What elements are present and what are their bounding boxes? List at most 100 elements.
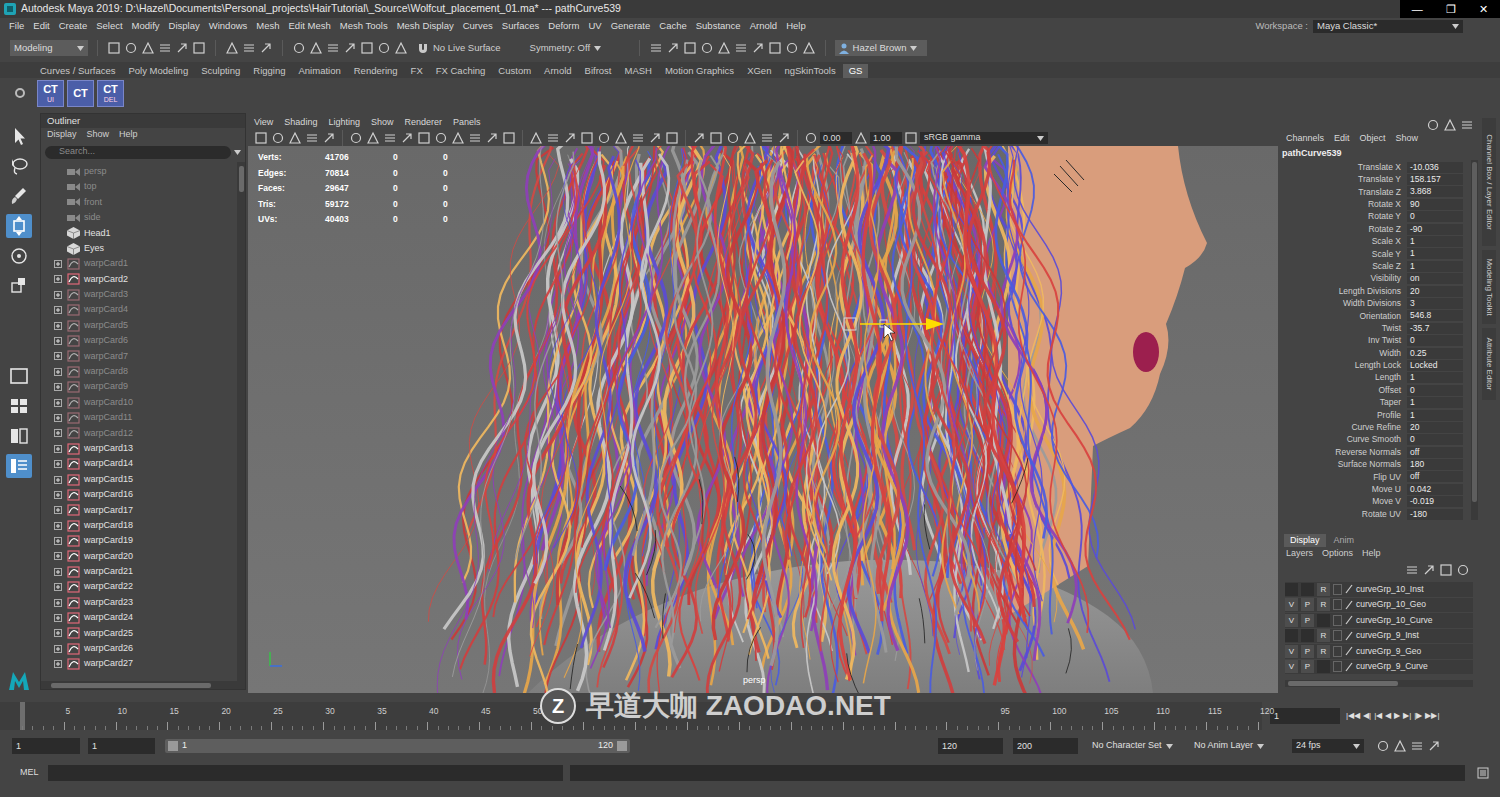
shelf-tab[interactable]: Rendering <box>348 64 404 78</box>
attribute-value[interactable]: 3.868 <box>1407 186 1463 197</box>
attribute-value[interactable]: -180 <box>1407 509 1463 520</box>
outliner-item[interactable]: warpCard26 <box>41 641 237 656</box>
outliner-item[interactable]: Eyes <box>41 241 237 256</box>
viewport-menu-item[interactable]: Shading <box>284 116 317 130</box>
outliner-hscrollbar[interactable] <box>41 681 245 689</box>
playback-button[interactable]: ▶| <box>1403 710 1411 722</box>
attribute-row[interactable]: Rotate Z-90 <box>1280 223 1471 235</box>
tool-button[interactable] <box>777 131 791 145</box>
tool-button[interactable] <box>529 131 543 145</box>
shelf-tab[interactable]: Poly Modeling <box>123 64 195 78</box>
expander[interactable] <box>53 628 63 638</box>
attribute-row[interactable]: Length Divisions20 <box>1280 285 1471 297</box>
attribute-row[interactable]: Rotate UV-180 <box>1280 508 1471 520</box>
layer-color-swatch[interactable] <box>1333 599 1342 610</box>
attribute-value[interactable]: 1 <box>1407 397 1463 408</box>
tool-button[interactable] <box>563 131 577 145</box>
tool-button[interactable] <box>1456 563 1470 577</box>
attribute-row[interactable]: Translate X-10.036 <box>1280 161 1471 173</box>
layer-row[interactable]: VPRcurveGrp_10_Geo <box>1285 598 1473 613</box>
shelf-tab[interactable]: ngSkinTools <box>778 64 841 78</box>
tool-button[interactable] <box>546 131 560 145</box>
outliner-item[interactable]: warpCard8 <box>41 364 237 379</box>
menu-item[interactable]: Deform <box>548 19 579 33</box>
expander[interactable] <box>53 274 63 284</box>
expander[interactable] <box>53 582 63 592</box>
attribute-row[interactable]: Reverse Normalsoff <box>1280 446 1471 458</box>
outliner-menu-item[interactable]: Display <box>47 128 77 142</box>
expander[interactable] <box>53 351 63 361</box>
attribute-row[interactable]: Length LockLocked <box>1280 359 1471 371</box>
tool-button[interactable] <box>1426 118 1440 132</box>
menu-item[interactable]: Display <box>169 19 200 33</box>
attribute-value[interactable]: 1 <box>1407 261 1463 272</box>
scroll-thumb[interactable] <box>1288 681 1398 686</box>
tool-button[interactable] <box>434 131 448 145</box>
fps-dropdown[interactable]: 24 fps <box>1292 739 1364 753</box>
attribute-value[interactable]: on <box>1407 273 1463 284</box>
playback-button[interactable]: ▶ <box>1394 710 1400 722</box>
outliner-menu-item[interactable]: Help <box>119 128 138 142</box>
shelf-tab[interactable]: Curves / Surfaces <box>34 64 122 78</box>
attribute-value[interactable]: 20 <box>1407 422 1463 433</box>
tool-button[interactable] <box>700 41 714 55</box>
expander[interactable] <box>53 336 63 346</box>
gamma-field[interactable]: 1.00 <box>870 132 902 144</box>
range-end-handle[interactable]: 120 <box>598 739 627 753</box>
workspace-dropdown[interactable]: Maya Classic* <box>1313 20 1463 33</box>
layer-color-swatch[interactable] <box>1333 646 1342 657</box>
two-tool[interactable] <box>6 424 32 448</box>
expander[interactable] <box>53 459 63 469</box>
playback-button[interactable]: |◀◀ <box>1346 710 1360 722</box>
menu-item[interactable]: Mesh <box>256 19 279 33</box>
expander[interactable] <box>53 644 63 654</box>
layer-playback-toggle[interactable]: P <box>1301 645 1314 658</box>
layer-editor-hscrollbar[interactable] <box>1285 680 1473 687</box>
anim-layer-dropdown[interactable]: No Anim Layer <box>1194 739 1286 753</box>
four-tool[interactable] <box>6 394 32 418</box>
tool-button[interactable] <box>377 41 391 55</box>
attribute-row[interactable]: Offset0 <box>1280 384 1471 396</box>
shelf-tab[interactable]: GS <box>843 64 869 78</box>
attribute-row[interactable]: Width0.25 <box>1280 347 1471 359</box>
playback-end-field[interactable]: 120 <box>938 738 1003 754</box>
select-tool[interactable] <box>6 124 32 148</box>
attribute-row[interactable]: Surface Normals180 <box>1280 458 1471 470</box>
tool-button[interactable] <box>485 131 499 145</box>
attribute-row[interactable]: Width Divisions3 <box>1280 297 1471 309</box>
channel-box-menu-item[interactable]: Channels <box>1286 132 1324 146</box>
tool-button[interactable] <box>305 131 319 145</box>
outliner-item[interactable]: warpCard24 <box>41 610 237 625</box>
attribute-row[interactable]: Profile1 <box>1280 409 1471 421</box>
window-control[interactable]: ✕ <box>1473 1 1494 18</box>
expander[interactable] <box>53 382 63 392</box>
layer-visible-toggle[interactable]: V <box>1285 614 1298 627</box>
outliner-item[interactable]: warpCard3 <box>41 287 237 302</box>
outliner-item[interactable]: persp <box>41 164 237 179</box>
expander[interactable] <box>53 444 63 454</box>
shelf-tab[interactable]: FX <box>405 64 429 78</box>
expander[interactable] <box>53 536 63 546</box>
outliner-item[interactable]: warpCard2 <box>41 272 237 287</box>
expander[interactable] <box>53 613 63 623</box>
expander[interactable] <box>53 213 63 223</box>
viewport-menu-item[interactable]: Show <box>371 116 394 130</box>
shelf-tab[interactable]: Sculpting <box>195 64 246 78</box>
attribute-value[interactable]: -0.019 <box>1407 496 1463 507</box>
layer-reference-toggle[interactable]: R <box>1317 645 1330 658</box>
attribute-value[interactable]: 1 <box>1407 236 1463 247</box>
outliner-menu-item[interactable]: Show <box>87 128 110 142</box>
expander[interactable] <box>53 551 63 561</box>
attribute-value[interactable]: 1 <box>1407 410 1463 421</box>
side-tab[interactable]: Attribute Editor <box>1482 328 1496 400</box>
outliner-item[interactable]: warpCard22 <box>41 580 237 595</box>
rotate-tool[interactable] <box>6 244 32 268</box>
channel-box-menu-item[interactable]: Show <box>1396 132 1419 146</box>
menu-item[interactable]: Mesh Tools <box>340 19 388 33</box>
viewport-menu-item[interactable]: Panels <box>453 116 481 130</box>
attribute-value[interactable]: 20 <box>1407 286 1463 297</box>
attribute-row[interactable]: Length1 <box>1280 372 1471 384</box>
scroll-thumb[interactable] <box>51 683 211 688</box>
expander[interactable] <box>53 182 63 192</box>
layer-playback-toggle[interactable]: P <box>1301 660 1314 673</box>
